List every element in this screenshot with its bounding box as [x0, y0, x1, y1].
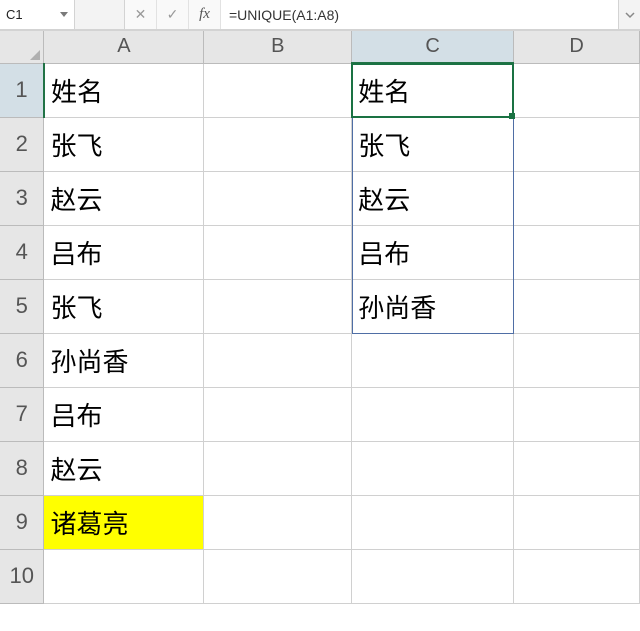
cancel-icon: ✕	[135, 6, 147, 23]
column-header-A[interactable]: A	[44, 31, 204, 63]
cell-C10[interactable]	[352, 549, 514, 603]
spreadsheet-grid[interactable]: ABCD 1姓名姓名2张飞张飞3赵云赵云4吕布吕布5张飞孙尚香6孙尚香7吕布8赵…	[0, 30, 640, 604]
cell-D10[interactable]	[514, 549, 640, 603]
cell-A7[interactable]: 吕布	[44, 387, 204, 441]
cell-B9[interactable]	[204, 495, 352, 549]
check-icon: ✓	[167, 6, 179, 23]
column-header-D[interactable]: D	[514, 31, 640, 63]
cell-A6[interactable]: 孙尚香	[44, 333, 204, 387]
cell-C3[interactable]: 赵云	[352, 171, 514, 225]
cell-D7[interactable]	[514, 387, 640, 441]
row-header-5[interactable]: 5	[0, 279, 44, 333]
cell-C6[interactable]	[352, 333, 514, 387]
confirm-formula-button[interactable]: ✓	[157, 0, 189, 29]
cell-D6[interactable]	[514, 333, 640, 387]
cell-D9[interactable]	[514, 495, 640, 549]
cell-B10[interactable]	[204, 549, 352, 603]
cell-A10[interactable]	[44, 549, 204, 603]
cell-C8[interactable]	[352, 441, 514, 495]
cell-B8[interactable]	[204, 441, 352, 495]
cell-B4[interactable]	[204, 225, 352, 279]
row-header-8[interactable]: 8	[0, 441, 44, 495]
insert-function-button[interactable]: fx	[189, 0, 221, 29]
cell-C5[interactable]: 孙尚香	[352, 279, 514, 333]
cell-A9[interactable]: 诸葛亮	[44, 495, 204, 549]
cell-C1[interactable]: 姓名	[352, 63, 514, 117]
row-header-4[interactable]: 4	[0, 225, 44, 279]
cell-B3[interactable]	[204, 171, 352, 225]
cell-D4[interactable]	[514, 225, 640, 279]
cancel-formula-button[interactable]: ✕	[125, 0, 157, 29]
cell-C4[interactable]: 吕布	[352, 225, 514, 279]
cell-A1[interactable]: 姓名	[44, 63, 204, 117]
row-header-9[interactable]: 9	[0, 495, 44, 549]
cell-A3[interactable]: 赵云	[44, 171, 204, 225]
row-header-2[interactable]: 2	[0, 117, 44, 171]
cell-C2[interactable]: 张飞	[352, 117, 514, 171]
row-header-6[interactable]: 6	[0, 333, 44, 387]
formula-text: =UNIQUE(A1:A8)	[229, 7, 339, 23]
column-header-B[interactable]: B	[204, 31, 352, 63]
cell-B7[interactable]	[204, 387, 352, 441]
cell-C7[interactable]	[352, 387, 514, 441]
select-all-corner[interactable]	[0, 31, 44, 63]
cell-reference: C1	[6, 7, 23, 22]
cell-B1[interactable]	[204, 63, 352, 117]
cell-D3[interactable]	[514, 171, 640, 225]
cell-D2[interactable]	[514, 117, 640, 171]
row-header-10[interactable]: 10	[0, 549, 44, 603]
name-box-dropdown-icon[interactable]	[60, 12, 68, 17]
cell-A5[interactable]: 张飞	[44, 279, 204, 333]
formula-input[interactable]: =UNIQUE(A1:A8)	[221, 0, 618, 29]
row-header-7[interactable]: 7	[0, 387, 44, 441]
row-header-1[interactable]: 1	[0, 63, 44, 117]
cell-D1[interactable]	[514, 63, 640, 117]
cell-D8[interactable]	[514, 441, 640, 495]
fx-icon: fx	[199, 6, 210, 23]
cell-A4[interactable]: 吕布	[44, 225, 204, 279]
formula-bar: C1 ✕ ✓ fx =UNIQUE(A1:A8)	[0, 0, 640, 30]
column-header-C[interactable]: C	[352, 31, 514, 63]
cell-C9[interactable]	[352, 495, 514, 549]
formula-bar-spacer	[75, 0, 125, 29]
name-box[interactable]: C1	[0, 0, 75, 29]
expand-formula-bar-button[interactable]	[618, 0, 640, 29]
cell-B2[interactable]	[204, 117, 352, 171]
cell-D5[interactable]	[514, 279, 640, 333]
chevron-down-icon	[625, 10, 635, 20]
cell-B6[interactable]	[204, 333, 352, 387]
row-header-3[interactable]: 3	[0, 171, 44, 225]
cell-A2[interactable]: 张飞	[44, 117, 204, 171]
cell-B5[interactable]	[204, 279, 352, 333]
cell-A8[interactable]: 赵云	[44, 441, 204, 495]
